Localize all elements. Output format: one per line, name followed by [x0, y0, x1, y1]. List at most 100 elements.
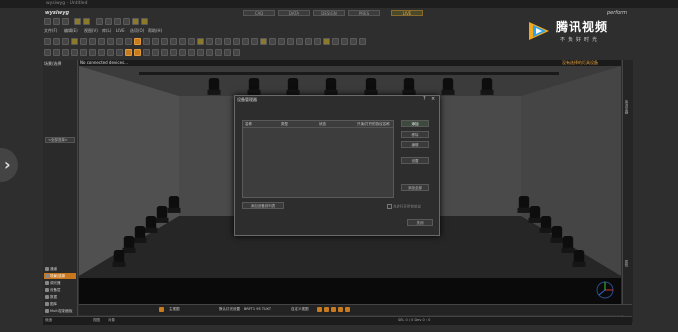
tool-button-icon[interactable] — [323, 38, 330, 45]
left-panel-item-channels[interactable]: 通道 — [44, 266, 76, 272]
close-icon[interactable]: × — [431, 96, 435, 102]
tool-button-icon[interactable] — [314, 38, 321, 45]
view-button-icon[interactable] — [161, 49, 168, 56]
left-panel-item-layers[interactable]: 设备层 — [44, 287, 76, 293]
save-icon[interactable] — [62, 18, 69, 25]
view-button-icon[interactable] — [179, 49, 186, 56]
moving-head-fixture[interactable] — [112, 250, 126, 267]
view-button-icon[interactable] — [134, 49, 141, 56]
tool-button-icon[interactable] — [233, 38, 240, 45]
tool-button-icon[interactable] — [341, 38, 348, 45]
moving-head-fixture[interactable] — [324, 78, 338, 95]
moving-head-fixture[interactable] — [572, 250, 586, 267]
tool-button-icon[interactable] — [359, 38, 366, 45]
moving-head-fixture[interactable] — [286, 78, 300, 95]
mode-cad-button[interactable]: CAD — [243, 10, 275, 16]
view-button-icon[interactable] — [233, 49, 240, 56]
moving-head-fixture[interactable] — [122, 236, 136, 253]
forward-icon[interactable] — [345, 307, 350, 312]
preview-icon[interactable] — [83, 18, 90, 25]
paste-icon[interactable] — [114, 18, 121, 25]
default-lighting-label[interactable]: 默认灯光设置 — [219, 307, 240, 312]
tool-button-icon[interactable] — [125, 38, 132, 45]
main-view-label[interactable]: 主视图 — [169, 307, 180, 312]
moving-head-fixture[interactable] — [207, 78, 221, 95]
mode-data-button[interactable]: DATA — [278, 10, 310, 16]
moving-head-fixture[interactable] — [517, 196, 531, 213]
play-icon[interactable] — [331, 307, 336, 312]
help-icon[interactable]: ? — [423, 96, 426, 102]
tool-button-icon[interactable] — [332, 38, 339, 45]
view-button-icon[interactable] — [206, 49, 213, 56]
moving-head-fixture[interactable] — [441, 78, 455, 95]
status-view-tab[interactable]: 视图 — [93, 318, 100, 323]
copy-icon[interactable] — [105, 18, 112, 25]
tool-button-icon[interactable] — [197, 38, 204, 45]
view-button-icon[interactable] — [80, 49, 87, 56]
tool-button-icon[interactable] — [71, 38, 78, 45]
menu-library[interactable]: 库(L) — [102, 28, 111, 34]
view-button-icon[interactable] — [89, 49, 96, 56]
tool-button-icon[interactable] — [278, 38, 285, 45]
tool-button-icon[interactable] — [188, 38, 195, 45]
menu-edit[interactable]: 编辑(E) — [64, 28, 78, 34]
add-button[interactable]: 添加 — [401, 120, 429, 127]
view-button-icon[interactable] — [44, 49, 51, 56]
tool-button-icon[interactable] — [80, 38, 87, 45]
moving-head-fixture[interactable] — [155, 206, 169, 223]
settings-button[interactable]: 设置 — [401, 157, 429, 164]
tool-button-icon[interactable] — [251, 38, 258, 45]
tool-button-icon[interactable] — [89, 38, 96, 45]
tool-button-icon[interactable] — [161, 38, 168, 45]
left-panel-item-library[interactable]: 图库 — [44, 301, 76, 307]
moving-head-fixture[interactable] — [247, 78, 261, 95]
rewind-icon[interactable] — [317, 307, 322, 312]
view-button-icon[interactable] — [152, 49, 159, 56]
view-button-icon[interactable] — [107, 49, 114, 56]
status-object-tab[interactable]: 对象 — [108, 318, 115, 323]
tool-button-icon[interactable] — [98, 38, 105, 45]
view-button-icon[interactable] — [197, 49, 204, 56]
tool-button-icon[interactable] — [107, 38, 114, 45]
menu-live[interactable]: LIVE — [116, 28, 125, 33]
right-tab-properties[interactable]: 属性 — [625, 260, 630, 267]
device-list[interactable]: 名称 类型 状态 只读/打开的协议名称 — [242, 120, 394, 198]
moving-head-fixture[interactable] — [480, 78, 494, 95]
tool-button-icon[interactable] — [206, 38, 213, 45]
moving-head-fixture[interactable] — [167, 196, 181, 213]
tool-button-icon[interactable] — [296, 38, 303, 45]
moving-head-fixture[interactable] — [144, 216, 158, 233]
tool-button-icon[interactable] — [305, 38, 312, 45]
preset-label[interactable]: BRFT1 95 TUXT — [244, 307, 271, 311]
tool-button-icon[interactable] — [44, 38, 51, 45]
menu-file[interactable]: 文件(F) — [44, 28, 57, 34]
tool-button-icon[interactable] — [134, 38, 141, 45]
remove-button[interactable]: 移除 — [401, 131, 429, 138]
view-button-icon[interactable] — [170, 49, 177, 56]
allow-protocols-checkbox[interactable]: 允许打开所有协议 — [387, 204, 421, 210]
tool-button-icon[interactable] — [224, 38, 231, 45]
left-panel-item-data[interactable]: 数据 — [44, 294, 76, 300]
view-button-icon[interactable] — [215, 49, 222, 56]
tool-button-icon[interactable] — [170, 38, 177, 45]
tool-button-icon[interactable] — [152, 38, 159, 45]
tool-button-icon[interactable] — [350, 38, 357, 45]
prev-icon[interactable] — [324, 307, 329, 312]
left-panel-item-dimmers[interactable]: 调光器 — [44, 280, 76, 286]
left-panel-item-multi[interactable]: Multi控制面板 — [44, 308, 76, 314]
moving-head-fixture[interactable] — [402, 78, 416, 95]
moving-head-fixture[interactable] — [539, 216, 553, 233]
selection-combo[interactable]: <全部选择> — [45, 137, 75, 143]
tool-button-icon[interactable] — [287, 38, 294, 45]
print-icon[interactable] — [74, 18, 81, 25]
add-all-button[interactable]: 添加全部 — [401, 184, 429, 191]
moving-head-fixture[interactable] — [528, 206, 542, 223]
view-button-icon[interactable] — [188, 49, 195, 56]
view-button-icon[interactable] — [98, 49, 105, 56]
moving-head-fixture[interactable] — [550, 226, 564, 243]
tool-button-icon[interactable] — [179, 38, 186, 45]
menu-view[interactable]: 视图(V) — [84, 28, 98, 34]
cut-icon[interactable] — [96, 18, 103, 25]
open-icon[interactable] — [53, 18, 60, 25]
edit-button[interactable]: 编辑 — [401, 141, 429, 148]
